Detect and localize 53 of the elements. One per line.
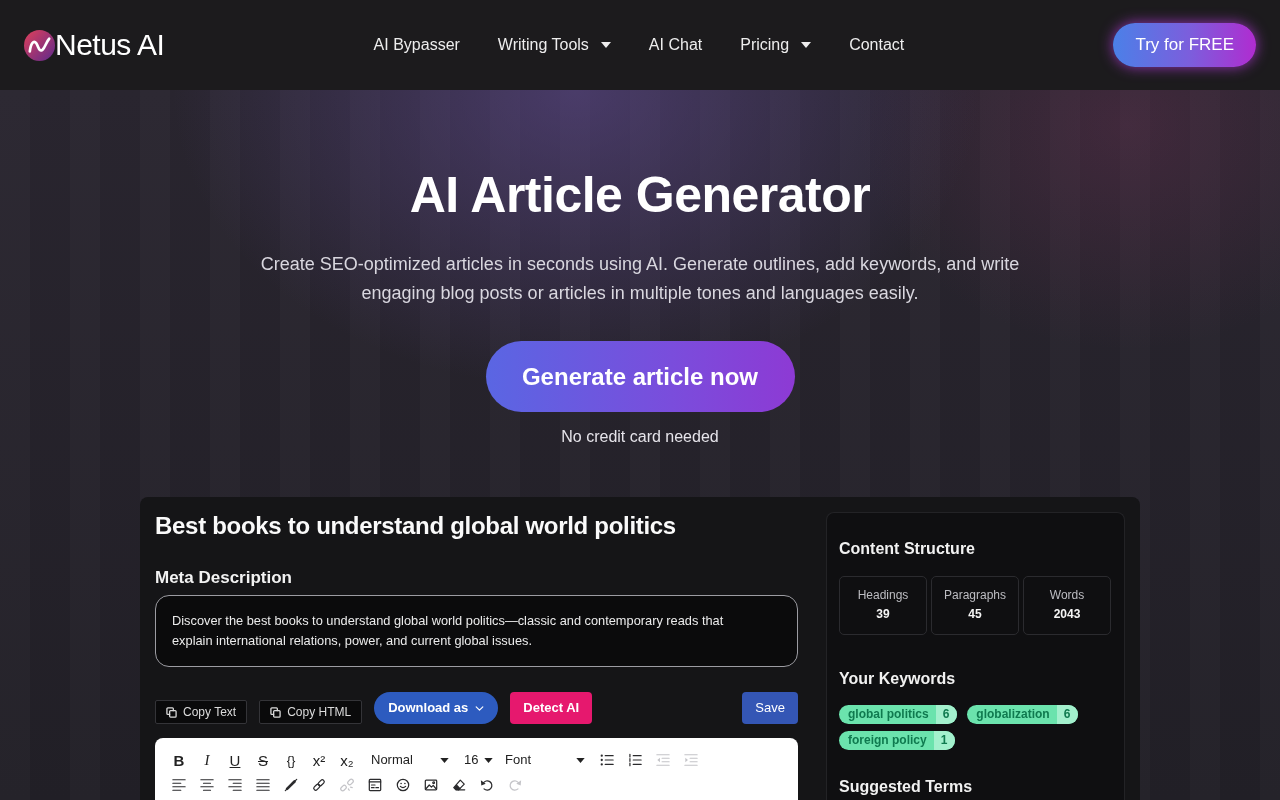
keyword-count: 1 (933, 731, 956, 750)
toolbar-dropdown[interactable]: Font (497, 748, 593, 772)
article-title: Best books to understand global world politics (155, 511, 677, 541)
download-button[interactable]: Download as (374, 692, 499, 724)
chevron-down-icon (475, 705, 485, 711)
subscript-button[interactable]: x₂ (333, 748, 361, 772)
superscript-button[interactable]: x² (305, 748, 333, 772)
section-heading: Your Keywords (839, 669, 957, 689)
copy-button[interactable]: Copy Text (155, 700, 248, 724)
meta-description-label: Meta Description (155, 567, 293, 589)
stat-value: 2043 (1052, 606, 1082, 623)
try-free-button[interactable]: Try for FREE (1113, 23, 1256, 67)
copy-icon (166, 706, 177, 718)
brand-name[interactable]: Netus AI (55, 30, 165, 60)
stat-value: 39 (875, 606, 891, 623)
keyword-term: foreign policy (847, 732, 928, 749)
nav-link[interactable]: AI Chat (648, 33, 703, 57)
underline-button[interactable]: U (221, 748, 249, 772)
detect-ai-button[interactable]: Detect AI (510, 692, 593, 724)
nav-link[interactable]: Pricing (740, 33, 812, 57)
keyword-term: globalization (975, 706, 1051, 723)
toolbar-dropdown[interactable]: 16 (457, 748, 497, 772)
meta-description-field[interactable]: Discover the best books to understand global world politics—classic and contemporary reads that explain international relations, power, and current global issues. (155, 595, 798, 667)
code-button[interactable]: {} (277, 748, 305, 772)
stat-value: 45 (967, 606, 983, 623)
copy-button[interactable]: Copy HTML (259, 700, 363, 724)
credit-card-note: No credit card needed (561, 427, 719, 447)
keyword-count: 6 (935, 705, 958, 724)
section-heading: Suggested Terms (839, 777, 974, 797)
generate-article-button[interactable]: Generate article now (485, 341, 795, 412)
caret-icon (600, 42, 611, 48)
caret-icon (440, 757, 449, 763)
caret-icon (484, 757, 493, 763)
nav-link[interactable]: AI Bypasser (373, 33, 460, 57)
nav-link[interactable]: Writing Tools (497, 33, 611, 57)
bold-button[interactable]: B (165, 748, 193, 772)
strikethrough-button[interactable]: S (249, 748, 277, 772)
section-heading: Content Structure (839, 539, 976, 559)
page-title: AI Article Generator (409, 167, 871, 223)
caret-icon (576, 757, 585, 763)
save-button[interactable]: Save (742, 692, 798, 724)
stat-label: Headings (856, 587, 910, 604)
keyword-term: global politics (847, 706, 930, 723)
keyword-count: 6 (1056, 705, 1079, 724)
stat-label: Words (1048, 587, 1086, 604)
copy-icon (270, 706, 282, 718)
hero-subtitle: Create SEO-optimized articles in seconds using AI. Generate outlines, add keywords, and write engaging blog posts or articles in multiple tones and languages easily. (259, 253, 1021, 305)
toolbar-dropdown[interactable]: Normal (361, 748, 457, 772)
nav-link[interactable]: Contact (849, 33, 905, 57)
caret-icon (801, 42, 812, 48)
logo-icon (24, 29, 55, 61)
italic-button[interactable]: I (193, 748, 221, 772)
stat-label: Paragraphs (942, 587, 1007, 604)
